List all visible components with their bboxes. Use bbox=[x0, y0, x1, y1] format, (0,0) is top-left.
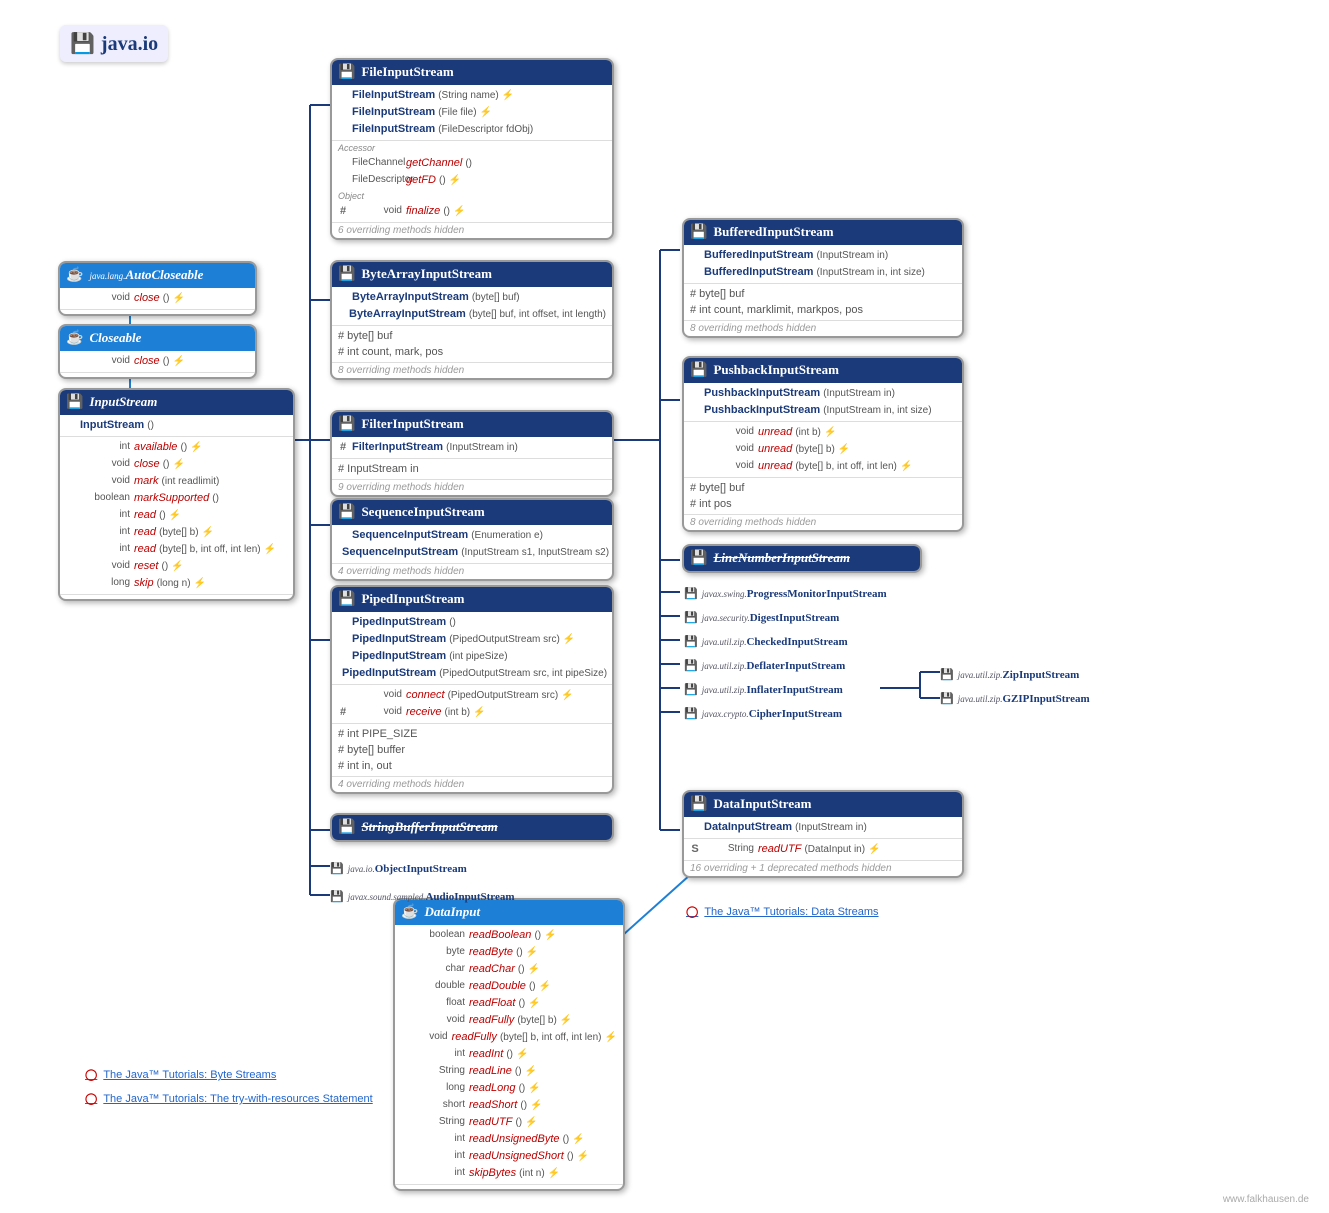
hdr: PipedInputStream bbox=[332, 587, 612, 612]
hdr: BufferedInputStream bbox=[684, 220, 962, 245]
hdr: PushbackInputStream bbox=[684, 358, 962, 383]
box-fileinputstream: FileInputStream FileInputStream (String … bbox=[330, 58, 614, 240]
hdr: java.lang.AutoCloseable bbox=[60, 263, 255, 288]
hdr: Closeable bbox=[60, 326, 255, 351]
oralink[interactable]: The Java™ Tutorials: Byte Streams bbox=[85, 1068, 276, 1081]
hdr: DataInputStream bbox=[684, 792, 962, 817]
oralink[interactable]: The Java™ Tutorials: The try-with-resour… bbox=[85, 1092, 373, 1105]
box-datainputstream: DataInputStream DataInputStream (InputSt… bbox=[682, 790, 964, 878]
link-ObjectInputStream[interactable]: java.io.ObjectInputStream bbox=[330, 862, 467, 875]
link-DigestInputStream[interactable]: java.security.DigestInputStream bbox=[684, 611, 839, 624]
box-buffered: BufferedInputStream BufferedInputStream … bbox=[682, 218, 964, 338]
hdr: FileInputStream bbox=[332, 60, 612, 85]
package-title: java.io bbox=[60, 25, 168, 62]
hdr: DataInput bbox=[395, 900, 623, 925]
credit: www.falkhausen.de bbox=[1223, 1194, 1309, 1205]
box-linenumber: LineNumberInputStream bbox=[682, 544, 922, 573]
box-filter: FilterInputStream #FilterInputStream (In… bbox=[330, 410, 614, 497]
box-bytearray: ByteArrayInputStream ByteArrayInputStrea… bbox=[330, 260, 614, 380]
box-pushback: PushbackInputStream PushbackInputStream … bbox=[682, 356, 964, 532]
link-ZipInputStream[interactable]: java.util.zip.ZipInputStream bbox=[940, 668, 1079, 681]
box-inputstream: InputStream InputStream () intavailable … bbox=[58, 388, 295, 601]
link-CipherInputStream[interactable]: javax.crypto.CipherInputStream bbox=[684, 707, 842, 720]
link-CheckedInputStream[interactable]: java.util.zip.CheckedInputStream bbox=[684, 635, 848, 648]
oralink[interactable]: The Java™ Tutorials: Data Streams bbox=[686, 905, 879, 918]
box-datainput: DataInput booleanreadBoolean () ⚡byterea… bbox=[393, 898, 625, 1191]
box-autocloseable: java.lang.AutoCloseable voidclose () ⚡ bbox=[58, 261, 257, 316]
box-sequence: SequenceInputStream SequenceInputStream … bbox=[330, 498, 614, 581]
hdr: FilterInputStream bbox=[332, 412, 612, 437]
hdr: InputStream bbox=[60, 390, 293, 415]
link-GZIPInputStream[interactable]: java.util.zip.GZIPInputStream bbox=[940, 692, 1090, 705]
link-AudioInputStream[interactable]: javax.sound.sampled.AudioInputStream bbox=[330, 890, 515, 903]
link-DeflaterInputStream[interactable]: java.util.zip.DeflaterInputStream bbox=[684, 659, 845, 672]
hdr: SequenceInputStream bbox=[332, 500, 612, 525]
hdr: LineNumberInputStream bbox=[684, 546, 920, 571]
link-InflaterInputStream[interactable]: java.util.zip.InflaterInputStream bbox=[684, 683, 843, 696]
link-ProgressMonitorInputStream[interactable]: javax.swing.ProgressMonitorInputStream bbox=[684, 587, 887, 600]
hdr: StringBufferInputStream bbox=[332, 815, 612, 840]
box-closeable: Closeable voidclose () ⚡ bbox=[58, 324, 257, 379]
hdr: ByteArrayInputStream bbox=[332, 262, 612, 287]
box-stringbuffer: StringBufferInputStream bbox=[330, 813, 614, 842]
box-piped: PipedInputStream PipedInputStream () Pip… bbox=[330, 585, 614, 794]
